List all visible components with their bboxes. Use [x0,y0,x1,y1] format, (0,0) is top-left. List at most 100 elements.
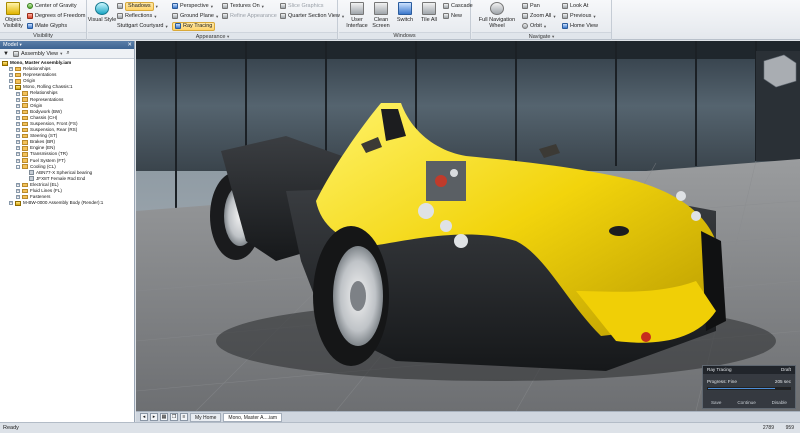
object-visibility-button[interactable]: Object Visibility [2,2,24,32]
imate-glyphs-label: iMate Glyphs [35,22,68,29]
pan-button[interactable]: Pan [522,2,540,10]
expand-icon[interactable]: + [16,103,20,108]
tab-my-home[interactable]: My Home [190,412,222,422]
expand-icon[interactable]: + [16,121,20,126]
expand-icon[interactable]: + [16,134,20,139]
clean-screen-label: Clean Screen [372,17,390,29]
user-interface-button[interactable]: User Interface [344,2,370,32]
expand-icon[interactable]: + [16,195,20,200]
assembly-icon [15,84,21,90]
previous-dropdown-icon[interactable]: ▾ [593,13,595,20]
previous-view-button[interactable]: Previous ▾ [562,12,596,20]
shadows-dropdown-icon[interactable]: ▾ [156,3,158,10]
perspective-button[interactable]: Perspective ▾ [172,2,213,10]
reflections-button[interactable]: Reflections ▾ [117,12,156,20]
tree-item[interactable]: + M-BW-0000 Assembly Body (Render):1 [0,200,134,206]
clean-screen-button[interactable]: Clean Screen [370,2,392,32]
switch-icon [398,2,412,15]
appearance-group-label: Appearance ▾ [88,32,337,40]
ray-tracing-quality-dropdown[interactable]: Draft [781,366,791,374]
zoom-all-button[interactable]: Zoom All ▾ [522,12,556,20]
lighting-style-dropdown[interactable]: Stuttgart Courtyard ▾ [117,22,168,30]
tab-mono-master-assembly[interactable]: Mono, Master A....iam [223,412,283,422]
refine-appearance-label: Refine Appearance [230,12,277,19]
expand-icon[interactable]: + [16,152,20,157]
graphics-viewport[interactable]: Ray Tracing Draft Progress: Fine 205 sec… [136,41,800,411]
tab-scroll-right-icon[interactable]: ▸ [150,413,158,421]
ground-plane-dropdown-icon[interactable]: ▾ [216,13,218,20]
look-at-button[interactable]: Look At [562,2,588,10]
ray-tracing-button[interactable]: Ray Tracing [172,21,216,31]
quarter-section-view-label: Quarter Section View [288,12,340,19]
expand-icon[interactable]: + [16,128,20,133]
shadows-button[interactable]: Shadows ▾ [117,1,158,11]
expand-icon[interactable]: + [16,189,20,194]
collapse-icon[interactable]: - [16,164,20,169]
model-tree: Mono, Master Assembly.iam + Relationships +… [0,59,134,206]
expand-icon[interactable]: + [16,140,20,145]
tile-all-icon [422,2,436,15]
slice-graphics-icon [280,3,286,9]
textures-dropdown-icon[interactable]: ▾ [262,3,264,10]
orbit-button[interactable]: Orbit ▾ [522,22,546,30]
continue-button[interactable]: Continue [737,400,755,405]
center-of-gravity-button[interactable]: Center of Gravity [27,2,77,10]
full-navigation-wheel-button[interactable]: Full Navigation Wheel [475,2,519,32]
tile-icon[interactable]: ▦ [160,413,168,421]
expand-icon[interactable]: + [16,91,20,96]
visual-style-button[interactable]: Visual Style [88,2,116,32]
arrange-icon[interactable]: ≡ [180,413,188,421]
expand-icon[interactable]: + [16,115,20,120]
cascade-button[interactable]: Cascade [443,2,473,10]
switch-label: Switch [396,17,414,23]
find-binoculars-icon[interactable]: ⌕ [66,50,69,57]
shadows-label: Shadows [125,1,154,11]
degrees-of-freedom-label: Degrees of Freedom [35,12,86,19]
expand-icon[interactable]: + [9,73,13,78]
degrees-of-freedom-button[interactable]: Degrees of Freedom [27,12,85,20]
disable-button[interactable]: Disable [772,400,787,405]
user-interface-label: User Interface [346,17,368,29]
part-icon [29,170,34,176]
ray-tracing-highlight: Ray Tracing [172,21,216,31]
switch-button[interactable]: Switch [394,2,416,32]
textures-on-button[interactable]: Textures On ▾ [222,2,264,10]
home-view-button[interactable]: Home View [562,22,598,30]
close-icon[interactable]: ✕ [127,41,132,49]
folder-icon [22,158,28,163]
new-window-button[interactable]: New [443,12,462,20]
tile-all-button[interactable]: Tile All [418,2,440,32]
assembly-icon [2,60,8,66]
pan-label: Pan [530,2,540,9]
refine-appearance-button[interactable]: Refine Appearance [222,12,277,20]
cascade-windows-icon[interactable]: ❐ [170,413,178,421]
expand-icon[interactable]: + [9,67,13,72]
browser-title-dropdown-icon[interactable]: ▾ [20,42,22,47]
orbit-dropdown-icon[interactable]: ▾ [544,23,546,30]
expand-icon[interactable]: + [16,146,20,151]
tab-scroll-left-icon[interactable]: ◂ [140,413,148,421]
ground-plane-button[interactable]: Ground Plane ▾ [172,12,218,20]
expand-icon[interactable]: + [16,158,20,163]
quarter-section-view-button[interactable]: Quarter Section View ▾ [280,12,344,20]
expand-icon[interactable]: + [16,182,20,187]
expand-icon[interactable]: + [16,109,20,114]
view-selector-dropdown[interactable]: Assembly View ▾ [12,50,62,57]
progress-time: 205 sec [774,379,791,384]
browser-toolbar: ▼ Assembly View ▾ ⌕ [0,49,134,59]
expand-icon[interactable]: + [9,201,13,206]
imate-glyphs-button[interactable]: iMate Glyphs [27,22,67,30]
zoom-all-label: Zoom All [530,12,552,19]
expand-icon[interactable]: + [16,97,20,102]
save-button[interactable]: Save [711,400,721,405]
user-interface-icon [350,2,364,15]
expand-icon[interactable]: + [9,79,13,84]
zoom-dropdown-icon[interactable]: ▾ [553,13,555,20]
reflections-icon [117,13,123,19]
filter-icon[interactable]: ▼ [3,51,9,57]
assembly-view-icon [12,50,19,57]
reflections-dropdown-icon[interactable]: ▾ [154,13,156,20]
collapse-icon[interactable]: - [9,85,13,90]
slice-graphics-button[interactable]: Slice Graphics [280,2,323,10]
perspective-dropdown-icon[interactable]: ▾ [211,3,213,10]
